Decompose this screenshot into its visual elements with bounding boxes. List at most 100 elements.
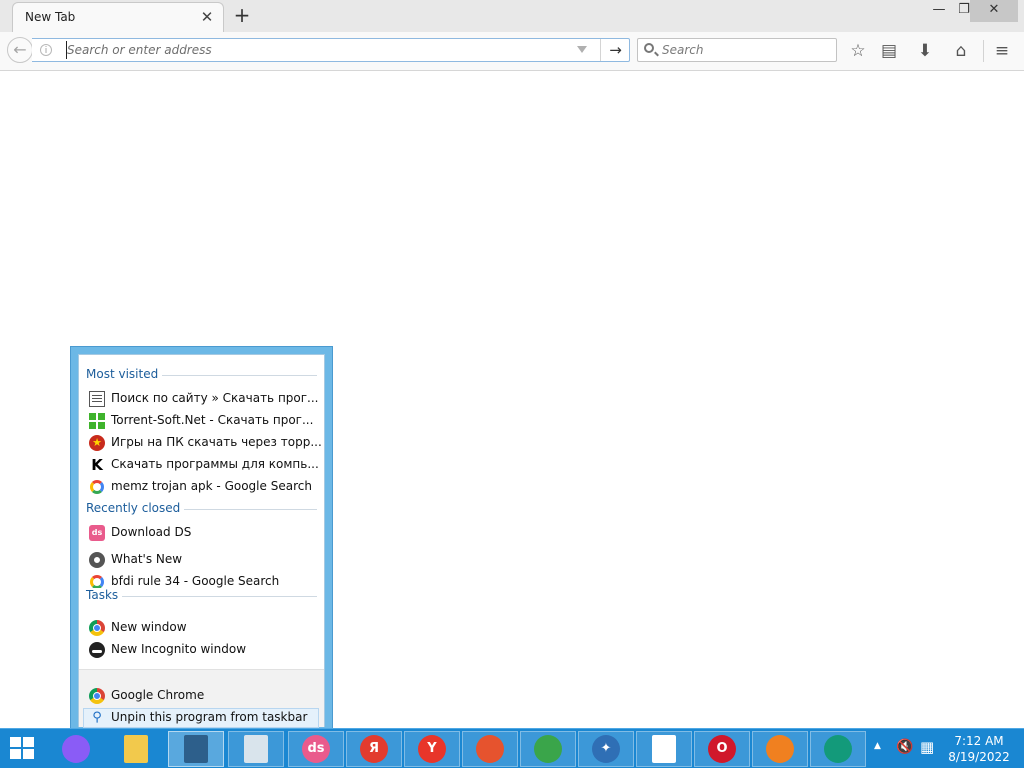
google-icon: [90, 480, 104, 494]
jump-item-most-visited-3[interactable]: ★ Игры на ПК скачать через торр...: [87, 433, 322, 453]
search-input[interactable]: [662, 42, 830, 58]
search-bar[interactable]: [637, 38, 837, 62]
ball-app-icon: [534, 735, 562, 763]
jump-item-google-chrome[interactable]: Google Chrome: [87, 686, 319, 706]
jump-task-new-incognito-window[interactable]: New Incognito window: [87, 640, 319, 660]
downloads-icon[interactable]: ⬇: [914, 40, 936, 62]
jump-item-label: Unpin this program from taskbar: [111, 710, 308, 724]
back-button[interactable]: ←: [7, 37, 33, 63]
active-window-icon: [184, 735, 208, 763]
yandex-icon: Я: [360, 735, 388, 763]
speaker-muted-icon[interactable]: 🔇: [896, 739, 913, 779]
taskbar-app-button[interactable]: [228, 731, 284, 767]
search-icon[interactable]: [644, 43, 654, 53]
jump-item-label: bfdi rule 34 - Google Search: [111, 574, 280, 588]
jump-item-recent-1[interactable]: ds Download DS: [87, 523, 319, 543]
fire-app-icon: [766, 735, 794, 763]
go-button[interactable]: →: [600, 39, 630, 61]
taskbar-app-button[interactable]: [752, 731, 808, 767]
jump-item-label: Игры на ПК скачать через торр...: [111, 435, 322, 449]
address-input[interactable]: [66, 41, 567, 59]
new-tab-button[interactable]: +: [232, 5, 252, 25]
jump-item-label: Google Chrome: [111, 688, 205, 702]
red-star-icon: ★: [89, 435, 105, 451]
taskbar-app-button[interactable]: [168, 731, 224, 767]
taskbar-app-button[interactable]: [636, 731, 692, 767]
ds-app-icon: ds: [302, 735, 330, 763]
google-icon: [90, 575, 104, 589]
site-list-icon: [89, 391, 105, 407]
green-circle-app-icon: [824, 735, 852, 763]
hamburger-menu-icon[interactable]: ≡: [991, 40, 1013, 62]
windows-logo-pane: [10, 749, 21, 759]
network-icon[interactable]: ▦: [920, 738, 934, 778]
jump-item-most-visited-4[interactable]: K Скачать программы для компь...: [87, 455, 319, 475]
swirl-app-icon: [476, 735, 504, 763]
recently-closed-header: Recently closed: [86, 501, 185, 517]
ds-icon: ds: [89, 525, 105, 541]
jump-item-most-visited-5[interactable]: memz trojan apk - Google Search: [87, 477, 319, 497]
tab-close-icon[interactable]: ✕: [199, 9, 215, 25]
history-dropdown-icon[interactable]: [577, 46, 587, 53]
most-visited-header: Most visited: [86, 367, 163, 383]
taskbar-app-button[interactable]: Я: [346, 731, 402, 767]
taskbar-app-button[interactable]: Y: [404, 731, 460, 767]
tasks-header: Tasks: [86, 588, 123, 604]
jump-item-label: Скачать программы для компь...: [111, 457, 319, 471]
bookmarks-menu-icon[interactable]: ▤: [878, 40, 900, 62]
unpin-from-taskbar-item[interactable]: ⚲ Unpin this program from taskbar: [83, 708, 319, 728]
yandex-browser-icon: Y: [418, 735, 446, 763]
jump-item-label: New window: [111, 620, 187, 634]
opera-icon: O: [708, 735, 736, 763]
bookmark-star-icon[interactable]: ☆: [847, 40, 869, 62]
site-info-icon[interactable]: i: [40, 44, 52, 56]
tab-new-tab[interactable]: New Tab ✕: [12, 2, 224, 32]
jump-list-footer: Google Chrome ⚲ Unpin this program from …: [79, 669, 324, 728]
chrome-icon: [89, 620, 105, 636]
taskbar-app-button[interactable]: [108, 731, 164, 767]
jump-item-most-visited-1[interactable]: Поиск по сайту » Скачать прог...: [87, 389, 319, 409]
windows-logo-pane: [23, 737, 34, 747]
home-icon[interactable]: ⌂: [950, 40, 972, 62]
clock-time: 7:12 AM: [954, 734, 1004, 748]
close-window-button[interactable]: ✕: [970, 0, 1018, 22]
k-logo-icon: K: [91, 456, 103, 474]
windows-logo-icon: [89, 413, 105, 429]
alice-assistant-icon: [62, 735, 90, 763]
windows-taskbar: ds Я Y ✦ O ▲ 🔇 ▦ 7:12 AM 8/19/2022: [0, 728, 1024, 768]
taskbar-app-button[interactable]: [810, 731, 866, 767]
jump-item-recent-2[interactable]: What's New: [87, 550, 319, 570]
system-clock[interactable]: 7:12 AM 8/19/2022: [948, 733, 1010, 765]
show-hidden-icons-icon[interactable]: ▲: [874, 741, 881, 781]
blank-document-icon: [652, 735, 676, 763]
file-explorer-icon: [124, 735, 148, 763]
windows-logo-pane: [10, 737, 21, 747]
jump-list-panel: Most visited Поиск по сайту » Скачать пр…: [78, 354, 325, 728]
jump-task-new-window[interactable]: New window: [87, 618, 319, 638]
windows-logo-pane: [23, 749, 34, 759]
incognito-icon: [89, 642, 105, 658]
taskbar-app-button[interactable]: ds: [288, 731, 344, 767]
start-button[interactable]: [10, 737, 36, 761]
taskbar-jump-list: Most visited Поиск по сайту » Скачать пр…: [70, 346, 333, 735]
taskbar-app-button[interactable]: [520, 731, 576, 767]
address-bar[interactable]: i →: [32, 38, 630, 62]
jump-item-label: New Incognito window: [111, 642, 247, 656]
chrome-icon: [89, 688, 105, 704]
toolbar-divider: [983, 40, 984, 62]
jump-item-most-visited-2[interactable]: Torrent-Soft.Net - Скачать прог...: [87, 411, 319, 431]
jump-item-label: Download DS: [111, 525, 192, 539]
jump-item-label: Torrent-Soft.Net - Скачать прог...: [111, 413, 314, 427]
navigation-toolbar: ← i → ☆ ▤ ⬇ ⌂ ≡: [0, 32, 1024, 71]
jump-item-label: What's New: [111, 552, 183, 566]
taskbar-app-button[interactable]: [48, 731, 104, 767]
monitor-app-icon: [244, 735, 268, 763]
title-bar: New Tab ✕ + — ❐ ✕: [0, 0, 1024, 32]
minimize-button[interactable]: —: [925, 0, 953, 22]
magic-wand-icon: ✦: [592, 735, 620, 763]
taskbar-app-button[interactable]: [462, 731, 518, 767]
taskbar-app-button[interactable]: O: [694, 731, 750, 767]
clock-date: 8/19/2022: [948, 750, 1010, 764]
jump-item-label: memz trojan apk - Google Search: [111, 479, 312, 493]
taskbar-app-button[interactable]: ✦: [578, 731, 634, 767]
